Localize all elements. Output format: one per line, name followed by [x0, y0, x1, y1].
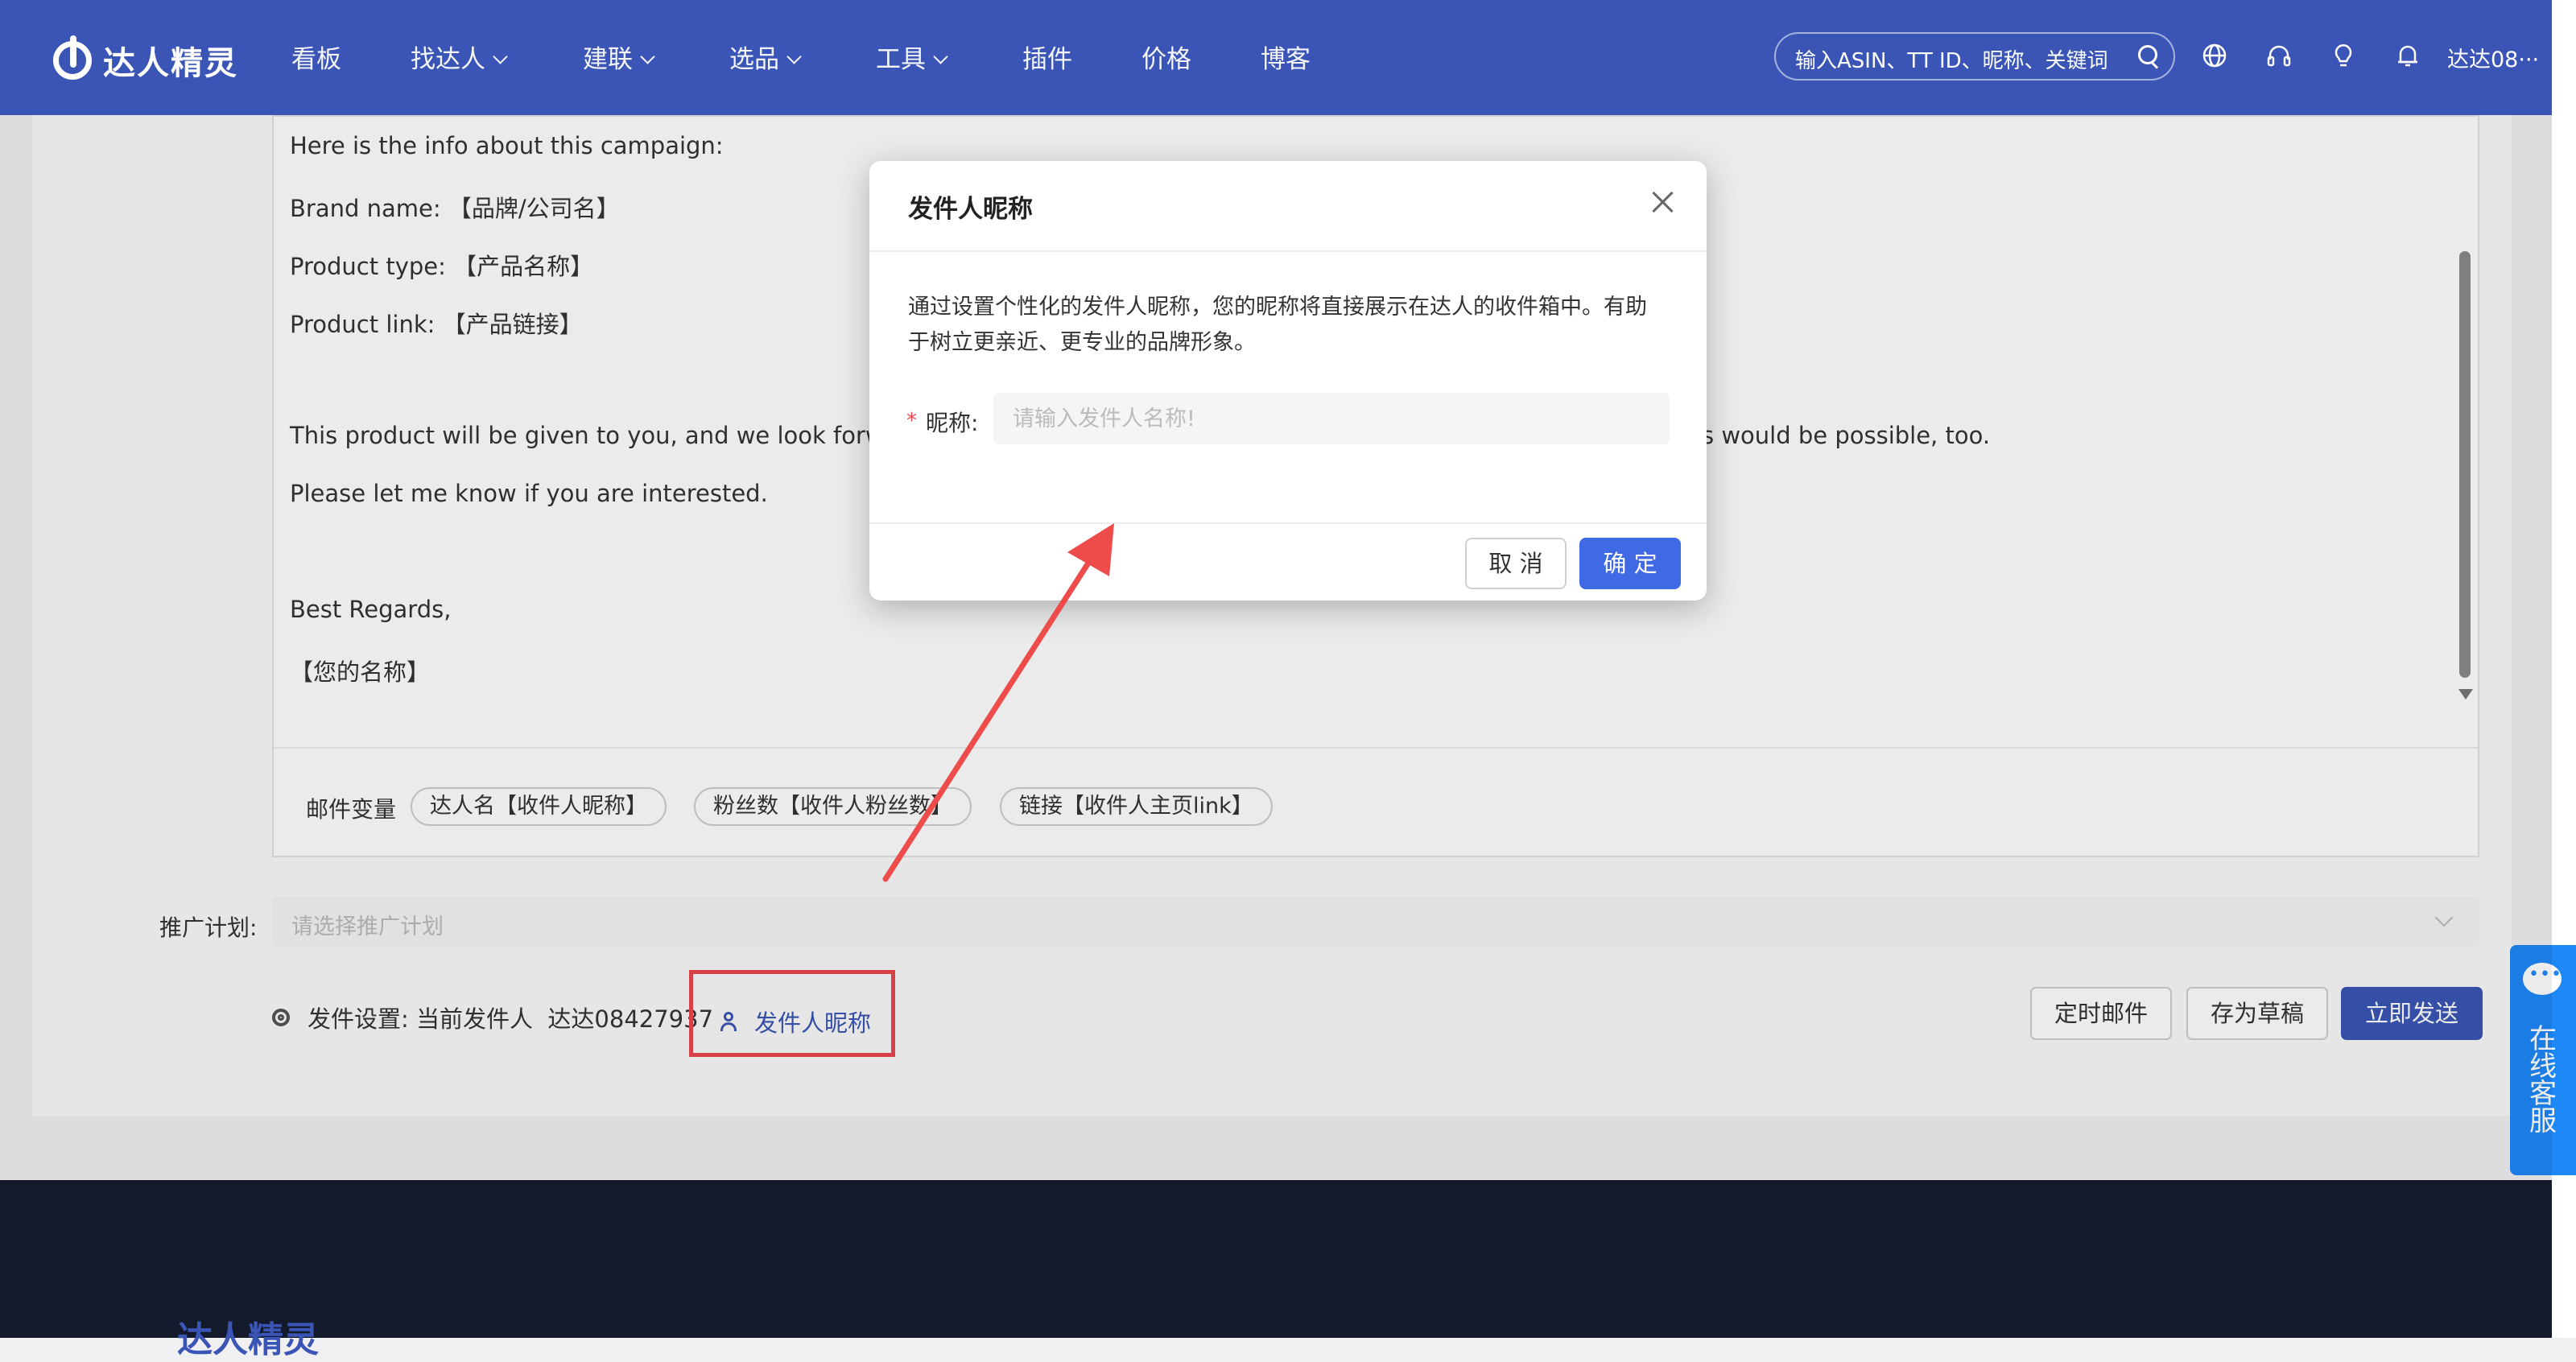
required-mark: *	[906, 409, 917, 433]
nav-item-blog[interactable]: 博客	[1261, 39, 1311, 75]
nav-item-outreach[interactable]: 建联	[583, 39, 655, 75]
footer-brand: 达人精灵	[177, 1319, 319, 1360]
dialog-title: 发件人昵称	[908, 195, 1033, 224]
sender-nickname-dialog: 发件人昵称 通过设置个性化的发件人昵称，您的昵称将直接展示在达人的收件箱中。有助…	[869, 161, 1707, 601]
globe-icon[interactable]	[2201, 42, 2228, 69]
nickname-field-label: 昵称:	[926, 410, 979, 436]
search-placeholder: 输入ASIN、TT ID、昵称、关键词	[1795, 49, 2108, 73]
chevron-down-icon	[640, 49, 655, 64]
nav-item-products[interactable]: 选品	[729, 39, 802, 75]
dialog-header-divider	[869, 250, 1707, 252]
nav-item-tools[interactable]: 工具	[876, 39, 948, 75]
nav-item-dashboard[interactable]: 看板	[291, 39, 341, 75]
confirm-button[interactable]: 确 定	[1579, 538, 1681, 589]
logo-icon	[53, 35, 92, 80]
nav-item-pricing[interactable]: 价格	[1141, 39, 1191, 75]
bell-icon[interactable]	[2394, 42, 2421, 69]
nav-item-plugin[interactable]: 插件	[1022, 39, 1072, 75]
brand-name: 达人精灵	[103, 45, 238, 82]
close-icon[interactable]	[1650, 190, 1674, 214]
top-nav: 达人精灵 看板 找达人 建联 选品 工具 插件 价格 博客 输入ASIN、TT …	[0, 0, 2576, 115]
dialog-description: 通过设置个性化的发件人昵称，您的昵称将直接展示在达人的收件箱中。有助于树立更亲近…	[908, 295, 1647, 355]
chevron-down-icon	[933, 49, 948, 64]
chevron-down-icon	[786, 49, 802, 64]
lightbulb-icon[interactable]	[2330, 42, 2357, 69]
cancel-button[interactable]: 取 消	[1465, 538, 1567, 589]
brand-logo[interactable]: 达人精灵	[53, 35, 238, 84]
user-menu[interactable]: 达达08···	[2447, 42, 2539, 73]
dialog-footer-divider	[869, 522, 1707, 524]
headset-icon[interactable]	[2265, 42, 2293, 69]
global-search-input[interactable]: 输入ASIN、TT ID、昵称、关键词	[1774, 32, 2175, 80]
search-icon[interactable]	[2138, 45, 2157, 64]
nav-item-find-creators[interactable]: 找达人	[411, 39, 508, 75]
nickname-input[interactable]	[993, 393, 1670, 444]
page-footer	[0, 1180, 2552, 1338]
chevron-down-icon	[493, 49, 508, 64]
